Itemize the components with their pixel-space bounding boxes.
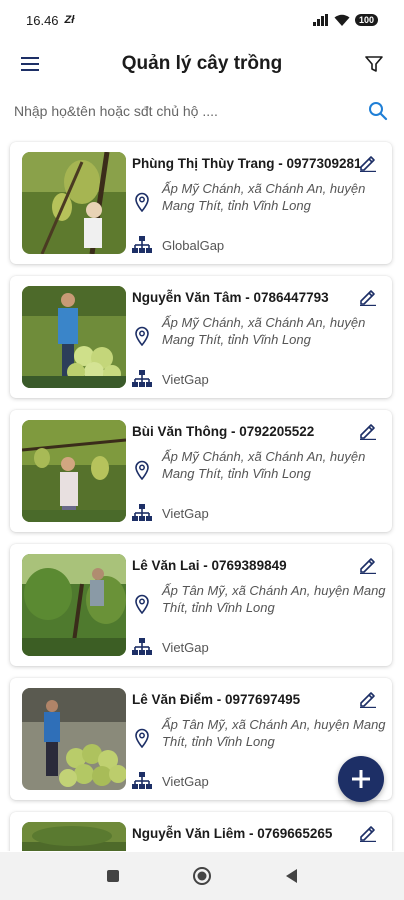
signal-icon bbox=[312, 14, 328, 26]
farmer-card[interactable]: Bùi Văn Thông - 0792205522 Ấp Mỹ Chánh, … bbox=[10, 410, 392, 532]
farmer-photo bbox=[22, 688, 126, 790]
farmer-card[interactable]: Phùng Thị Thùy Trang - 0977309281 Ấp Mỹ … bbox=[10, 142, 392, 264]
hierarchy-icon bbox=[132, 772, 152, 790]
farmer-photo bbox=[22, 822, 126, 851]
farmer-card[interactable]: Lê Văn Điểm - 0977697495 Ấp Tân Mỹ, xã C… bbox=[10, 678, 392, 800]
farmer-photo bbox=[22, 286, 126, 388]
hierarchy-icon bbox=[132, 504, 152, 522]
back-icon[interactable] bbox=[284, 868, 298, 884]
pencil-icon[interactable] bbox=[358, 152, 378, 173]
plus-icon bbox=[352, 770, 370, 788]
farmer-photo bbox=[22, 420, 126, 522]
filter-icon[interactable] bbox=[362, 52, 386, 76]
status-bar: 16.46 Zł 100 bbox=[0, 0, 404, 40]
farmer-photo bbox=[22, 554, 126, 656]
add-farmer-button[interactable] bbox=[338, 756, 384, 802]
pencil-icon[interactable] bbox=[358, 420, 378, 441]
hierarchy-icon bbox=[132, 236, 152, 254]
farmer-card[interactable]: Nguyễn Văn Liêm - 0769665265 bbox=[10, 812, 392, 851]
location-pin-icon bbox=[134, 594, 150, 615]
farmer-name-phone: Lê Văn Điểm - 0977697495 bbox=[132, 692, 301, 707]
location-pin-icon bbox=[134, 326, 150, 347]
pencil-icon[interactable] bbox=[358, 688, 378, 709]
farmer-card[interactable]: Lê Văn Lai - 0769389849 Ấp Tân Mỹ, xã Ch… bbox=[10, 544, 392, 666]
wifi-icon bbox=[334, 14, 350, 26]
farmer-address: Ấp Tân Mỹ, xã Chánh An, huyện Mang Thít,… bbox=[162, 583, 386, 615]
farmer-card[interactable]: Nguyễn Văn Tâm - 0786447793 Ấp Mỹ Chánh,… bbox=[10, 276, 392, 398]
farmer-name-phone: Bùi Văn Thông - 0792205522 bbox=[132, 424, 315, 439]
farmer-standard: VietGap bbox=[162, 506, 209, 521]
hamburger-menu-icon[interactable] bbox=[18, 52, 42, 76]
farmer-address: Ấp Tân Mỹ, xã Chánh An, huyện Mang Thít,… bbox=[162, 717, 386, 749]
pencil-icon[interactable] bbox=[358, 554, 378, 575]
recents-icon[interactable] bbox=[106, 869, 120, 883]
pencil-icon[interactable] bbox=[358, 822, 378, 843]
status-time: 16.46 bbox=[26, 12, 59, 28]
search-bar bbox=[0, 92, 404, 130]
system-nav-bar bbox=[0, 852, 404, 900]
farmer-standard: GlobalGap bbox=[162, 238, 225, 253]
farmer-address: Ấp Mỹ Chánh, xã Chánh An, huyện Mang Thí… bbox=[162, 315, 366, 347]
zalo-notification-icon: Zł bbox=[64, 14, 75, 26]
hierarchy-icon bbox=[132, 638, 152, 656]
page-title: Quản lý cây trồng bbox=[121, 53, 283, 74]
farmer-address: Ấp Mỹ Chánh, xã Chánh An, huyện Mang Thí… bbox=[162, 449, 366, 481]
location-pin-icon bbox=[134, 460, 150, 481]
farmer-list[interactable]: Phùng Thị Thùy Trang - 0977309281 Ấp Mỹ … bbox=[0, 138, 404, 851]
pencil-icon[interactable] bbox=[358, 286, 378, 307]
battery-indicator: 100 bbox=[354, 14, 378, 26]
app-bar: Quản lý cây trồng bbox=[0, 40, 404, 88]
home-icon[interactable] bbox=[192, 866, 212, 886]
farmer-address: Ấp Mỹ Chánh, xã Chánh An, huyện Mang Thí… bbox=[162, 181, 366, 213]
search-icon[interactable] bbox=[366, 99, 390, 123]
search-input[interactable] bbox=[14, 103, 354, 119]
farmer-standard: VietGap bbox=[162, 372, 209, 387]
farmer-standard: VietGap bbox=[162, 640, 209, 655]
hierarchy-icon bbox=[132, 370, 152, 388]
farmer-standard: VietGap bbox=[162, 774, 209, 789]
location-pin-icon bbox=[134, 192, 150, 213]
farmer-name-phone: Nguyễn Văn Tâm - 0786447793 bbox=[132, 290, 329, 305]
farmer-name-phone: Lê Văn Lai - 0769389849 bbox=[132, 558, 287, 573]
farmer-name-phone: Phùng Thị Thùy Trang - 0977309281 bbox=[132, 156, 362, 171]
location-pin-icon bbox=[134, 728, 150, 749]
farmer-photo bbox=[22, 152, 126, 254]
farmer-name-phone: Nguyễn Văn Liêm - 0769665265 bbox=[132, 826, 333, 841]
